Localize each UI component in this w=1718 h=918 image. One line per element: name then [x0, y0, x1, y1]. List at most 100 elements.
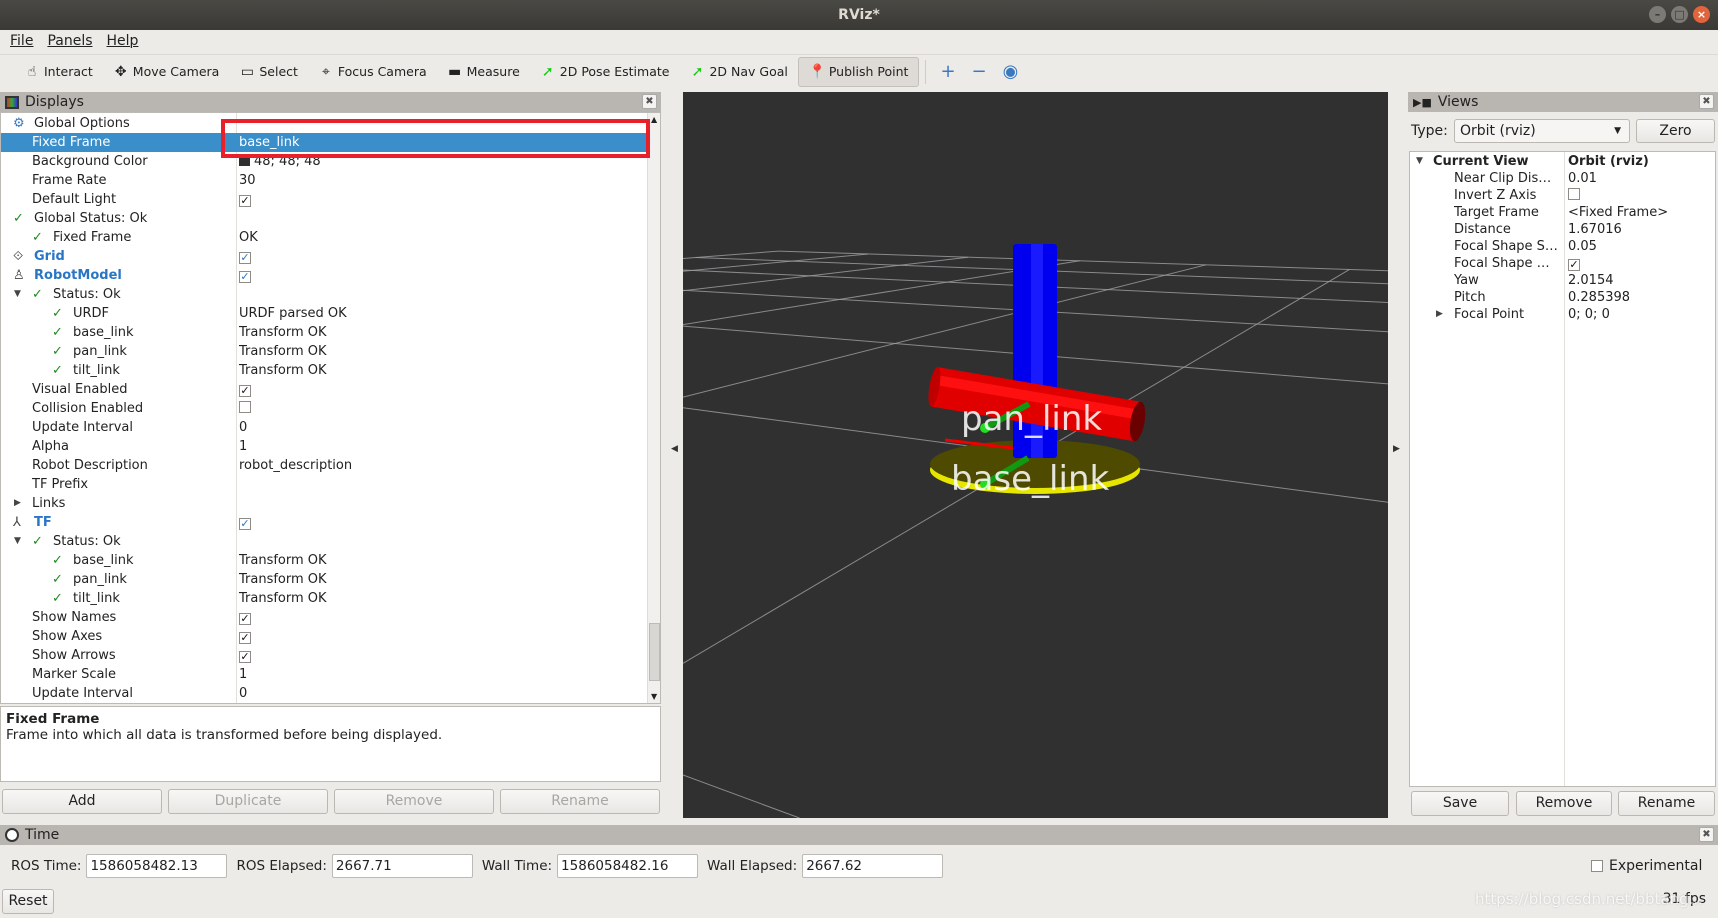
close-time-button[interactable]: ✖ — [1699, 827, 1714, 842]
save-view-button[interactable]: Save — [1411, 791, 1509, 816]
checkbox[interactable]: ✓ — [239, 518, 251, 530]
tree-row[interactable]: Update Interval 0 — [1, 684, 660, 703]
tree-row[interactable]: ✓ base_link Transform OK — [1, 323, 660, 342]
tree-row[interactable]: Update Interval 0 — [1, 418, 660, 437]
remove-display-button[interactable]: Remove — [334, 789, 494, 814]
close-panel-button[interactable]: ✖ — [642, 94, 657, 109]
tree-row[interactable]: ✓ Fixed Frame OK — [1, 228, 660, 247]
expand-arrow-right-icon[interactable]: ▶ — [1436, 306, 1443, 323]
menu-panels[interactable]: Panels — [47, 30, 92, 52]
view-property-row[interactable]: ▼ Current View Orbit (rviz) — [1410, 153, 1715, 170]
tree-row[interactable]: ▼ ✓ Status: Ok — [1, 285, 660, 304]
checkbox[interactable] — [1568, 188, 1580, 200]
tool-measure[interactable]: ▬ Measure — [437, 57, 530, 87]
plus-icon[interactable]: + — [932, 57, 963, 87]
tool-interact[interactable]: ☝ Interact — [14, 57, 103, 87]
row-value[interactable]: ✓ — [239, 646, 251, 665]
tree-row[interactable]: Marker Scale 1 — [1, 665, 660, 684]
tree-row[interactable]: ✓ Global Status: Ok — [1, 209, 660, 228]
view-property-row[interactable]: Pitch 0.285398 — [1410, 289, 1715, 306]
tree-row[interactable]: Show Names ✓ — [1, 608, 660, 627]
close-views-button[interactable]: ✖ — [1699, 94, 1714, 109]
tree-row[interactable]: ▼ ✓ Status: Ok — [1, 532, 660, 551]
maximize-icon[interactable]: □ — [1671, 6, 1688, 23]
checkbox[interactable]: ✓ — [239, 632, 251, 644]
ros-time-field[interactable]: 1586058482.13 — [86, 854, 228, 878]
tree-row[interactable]: Frame Rate 30 — [1, 171, 660, 190]
minimize-icon[interactable]: – — [1649, 6, 1666, 23]
expand-arrow-down-icon[interactable]: ▼ — [1416, 153, 1423, 170]
menu-help[interactable]: Help — [107, 30, 139, 52]
3d-viewport[interactable]: pan_link base_link — [683, 92, 1388, 818]
view-property-row[interactable]: Distance 1.67016 — [1410, 221, 1715, 238]
view-property-row[interactable]: Near Clip Dis… 0.01 — [1410, 170, 1715, 187]
tree-row[interactable]: ⟐ Grid ✓ — [1, 247, 660, 266]
row-value[interactable]: ✓ — [1568, 255, 1580, 272]
rename-display-button[interactable]: Rename — [500, 789, 660, 814]
minus-icon[interactable]: − — [964, 57, 995, 87]
tree-row[interactable]: ✓ tilt_link Transform OK — [1, 361, 660, 380]
checkbox[interactable]: ✓ — [239, 195, 251, 207]
tree-row[interactable]: Alpha 1 — [1, 437, 660, 456]
row-value[interactable]: ✓ — [239, 513, 251, 532]
tree-row[interactable]: Default Light ✓ — [1, 190, 660, 209]
tree-row[interactable]: ✓ pan_link Transform OK — [1, 570, 660, 589]
collapse-right-icon[interactable]: ▶ — [1393, 444, 1400, 454]
zero-button[interactable]: Zero — [1636, 119, 1715, 143]
remove-view-button[interactable]: Remove — [1516, 791, 1612, 816]
row-value[interactable]: ✓ — [239, 380, 251, 399]
row-value[interactable]: ✓ — [239, 266, 251, 285]
checkbox[interactable]: ✓ — [1568, 259, 1580, 271]
expand-arrow-right-icon[interactable]: ▶ — [14, 494, 21, 513]
checkbox[interactable]: ✓ — [239, 252, 251, 264]
tree-row[interactable]: ✓ base_link Transform OK — [1, 551, 660, 570]
tree-row[interactable]: Show Axes ✓ — [1, 627, 660, 646]
view-type-dropdown[interactable]: Orbit (rviz) ▼ — [1454, 119, 1630, 143]
reset-button[interactable]: Reset — [2, 889, 54, 914]
rename-view-button[interactable]: Rename — [1618, 791, 1715, 816]
add-button[interactable]: Add — [2, 789, 162, 814]
tool-2d-pose-estimate[interactable]: ➚ 2D Pose Estimate — [530, 57, 680, 87]
tree-row[interactable]: Robot Description robot_description — [1, 456, 660, 475]
tool-focus-camera[interactable]: ⌖ Focus Camera — [308, 57, 437, 87]
row-value[interactable] — [1568, 187, 1580, 204]
duplicate-button[interactable]: Duplicate — [168, 789, 328, 814]
wall-time-field[interactable]: 1586058482.16 — [557, 854, 699, 878]
tree-row[interactable]: ♙ RobotModel ✓ — [1, 266, 660, 285]
tree-row[interactable]: ✓ tilt_link Transform OK — [1, 589, 660, 608]
view-property-row[interactable]: Invert Z Axis — [1410, 187, 1715, 204]
row-value[interactable]: ✓ — [239, 190, 251, 209]
tree-row[interactable]: Show Arrows ✓ — [1, 646, 660, 665]
row-value[interactable] — [239, 399, 251, 418]
ros-elapsed-field[interactable]: 2667.71 — [331, 854, 473, 878]
render-canvas[interactable]: pan_link base_link — [683, 92, 1388, 818]
wall-elapsed-field[interactable]: 2667.62 — [802, 854, 944, 878]
menu-file[interactable]: File — [10, 30, 33, 52]
close-icon[interactable]: × — [1693, 6, 1710, 23]
checkbox[interactable] — [1591, 860, 1603, 872]
view-property-row[interactable]: ▶ Focal Point 0; 0; 0 — [1410, 306, 1715, 323]
tree-row[interactable]: ⅄ TF ✓ — [1, 513, 660, 532]
views-tree[interactable]: ▼ Current View Orbit (rviz) Near Clip Dis… 0… — [1409, 151, 1716, 787]
tool-2d-nav-goal[interactable]: ➚ 2D Nav Goal — [679, 57, 797, 87]
row-value[interactable]: ✓ — [239, 627, 251, 646]
tree-row[interactable]: ▶ Links — [1, 494, 660, 513]
expand-arrow-down-icon[interactable]: ▼ — [14, 285, 21, 304]
tree-row[interactable]: ✓ pan_link Transform OK — [1, 342, 660, 361]
tool-publish-point[interactable]: 📍 Publish Point — [797, 56, 920, 87]
checkbox[interactable]: ✓ — [239, 271, 251, 283]
checkbox[interactable]: ✓ — [239, 385, 251, 397]
tree-row[interactable]: Visual Enabled ✓ — [1, 380, 660, 399]
view-property-row[interactable]: Target Frame <Fixed Frame> — [1410, 204, 1715, 221]
row-value[interactable]: ✓ — [239, 247, 251, 266]
experimental-checkbox[interactable]: Experimental — [1591, 858, 1702, 874]
eye-icon[interactable]: ◉ — [995, 57, 1027, 87]
checkbox[interactable]: ✓ — [239, 651, 251, 663]
tree-row[interactable]: TF Prefix — [1, 475, 660, 494]
view-property-row[interactable]: Focal Shape S… 0.05 — [1410, 238, 1715, 255]
row-value[interactable]: ✓ — [239, 608, 251, 627]
tool-select[interactable]: ▭ Select — [229, 57, 308, 87]
tool-move-camera[interactable]: ✥ Move Camera — [103, 57, 230, 87]
collapse-left-icon[interactable]: ◀ — [671, 444, 678, 454]
checkbox[interactable] — [239, 401, 251, 413]
